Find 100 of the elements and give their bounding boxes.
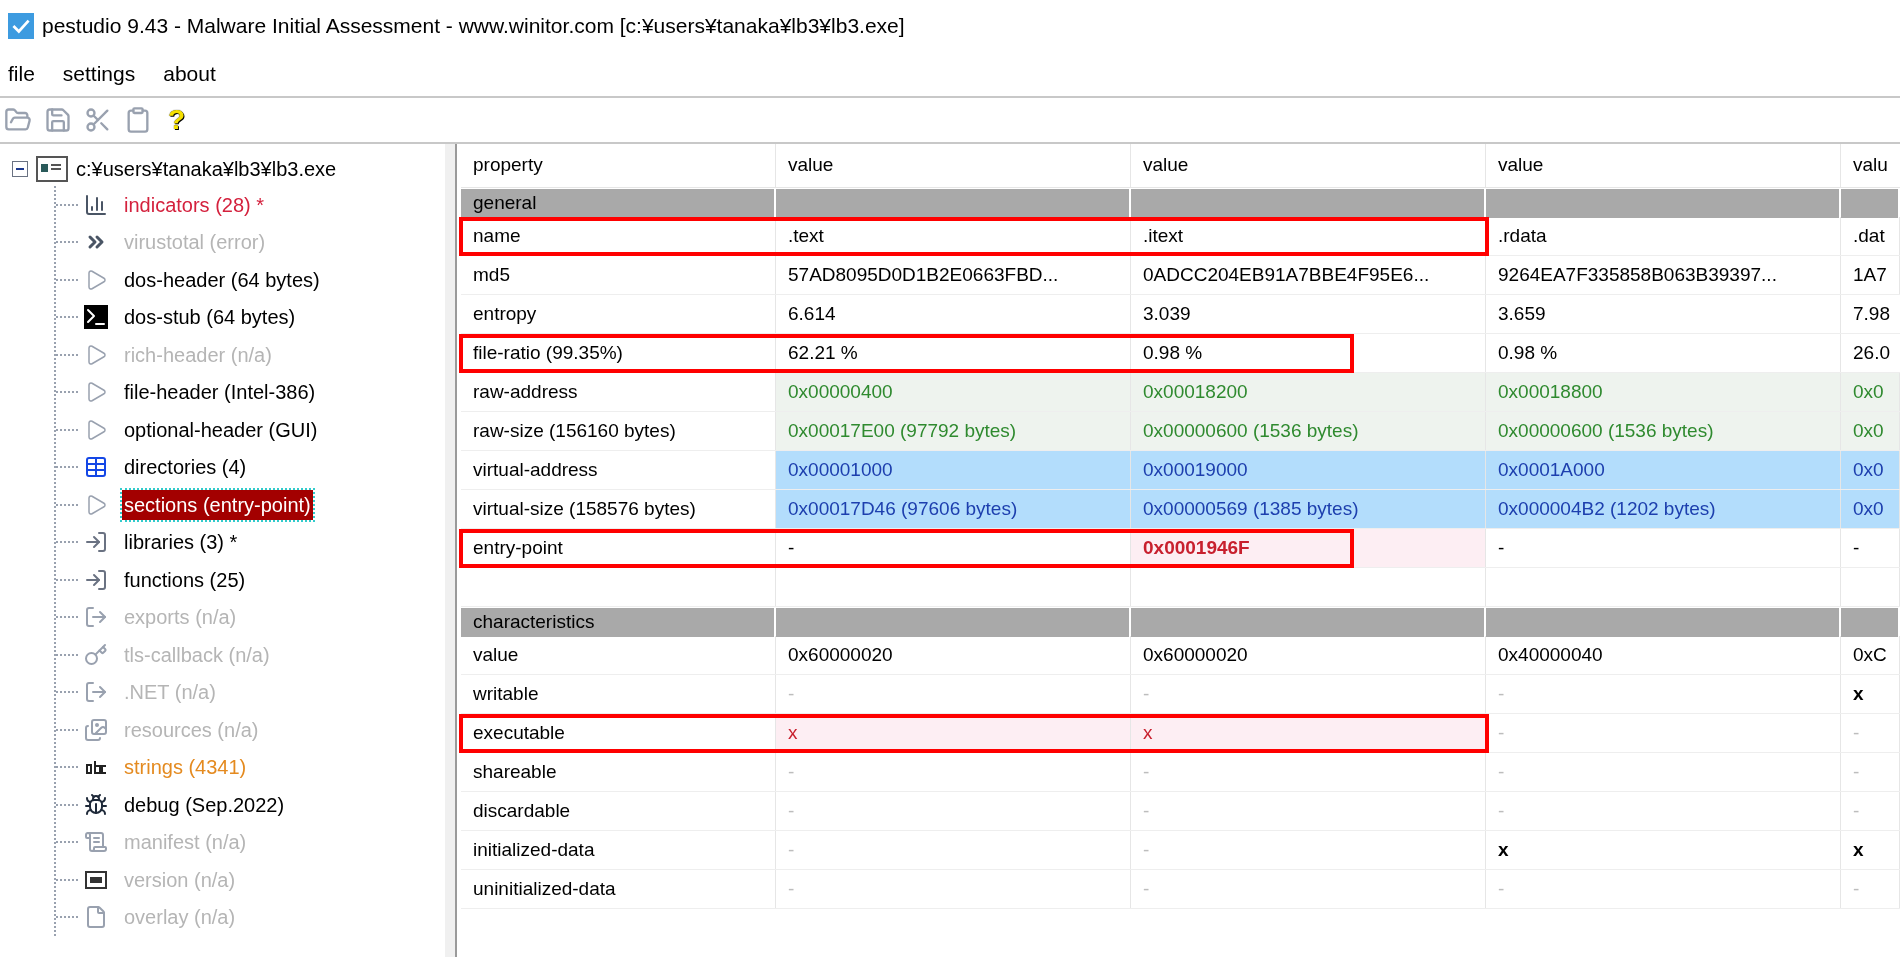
group-header: general bbox=[461, 189, 776, 218]
table-cell: 3.039 bbox=[1131, 295, 1486, 333]
table-cell: 0x00017E00 (97792 bytes) bbox=[776, 412, 1131, 450]
table-cell: - bbox=[1131, 675, 1486, 713]
table-cell: 6.614 bbox=[776, 295, 1131, 333]
app-icon bbox=[8, 13, 34, 39]
table-cell: 0x000004B2 (1202 bytes) bbox=[1486, 490, 1841, 528]
table-cell: 0x00000600 (1536 bytes) bbox=[1131, 412, 1486, 450]
column-header[interactable]: property bbox=[461, 144, 776, 187]
import-icon bbox=[84, 567, 108, 592]
window-title: pestudio 9.43 - Malware Initial Assessment - www.winitor.com [c:¥users¥tanaka¥lb3¥lb3.exe] bbox=[42, 13, 905, 40]
collapse-toggle-icon[interactable] bbox=[12, 161, 28, 177]
table-cell: - bbox=[776, 675, 1131, 713]
property-cell: value bbox=[461, 636, 776, 674]
property-cell: uninitialized-data bbox=[461, 870, 776, 908]
table-cell: 0x00017D46 (97606 bytes) bbox=[776, 490, 1131, 528]
table-cell: .dat bbox=[1841, 217, 1900, 255]
table-cell: 1A7 bbox=[1841, 256, 1900, 294]
table-cell: x bbox=[1486, 831, 1841, 869]
table-cell: 0x0 bbox=[1841, 490, 1900, 528]
export-icon bbox=[84, 605, 108, 630]
table-cell: - bbox=[1841, 714, 1900, 752]
menu-item[interactable]: settings bbox=[62, 58, 136, 90]
table-cell: - bbox=[776, 870, 1131, 908]
property-cell: md5 bbox=[461, 256, 776, 294]
tree-item[interactable]: sections (entry-point) bbox=[122, 489, 313, 520]
group-header: characteristics bbox=[461, 608, 776, 637]
menu-item[interactable]: file bbox=[8, 58, 35, 90]
column-header[interactable]: valu bbox=[1841, 144, 1900, 187]
table-cell: 0.98 % bbox=[1486, 334, 1841, 372]
bug-icon bbox=[84, 792, 108, 817]
column-header[interactable]: value bbox=[1486, 144, 1841, 187]
table-cell: - bbox=[1486, 529, 1841, 567]
table-cell: - bbox=[1131, 870, 1486, 908]
table-cell: .rdata bbox=[1486, 217, 1841, 255]
table-cell: 62.21 % bbox=[776, 334, 1131, 372]
tree-item[interactable]: dos-stub (64 bytes) bbox=[122, 302, 298, 333]
save-icon[interactable] bbox=[44, 106, 72, 134]
menu-item[interactable]: about bbox=[163, 58, 216, 90]
table-cell: - bbox=[1486, 714, 1841, 752]
table-cell: 0x0 bbox=[1841, 412, 1900, 450]
tree-item[interactable]: libraries (3) * bbox=[122, 527, 240, 558]
property-cell: file-ratio (99.35%) bbox=[461, 334, 776, 372]
tree-root-label[interactable]: c:¥users¥tanaka¥lb3¥lb3.exe bbox=[76, 154, 337, 184]
tree-item[interactable]: file-header (Intel-386) bbox=[122, 377, 318, 408]
property-cell: entropy bbox=[461, 295, 776, 333]
table-cell: 0x00000400 bbox=[776, 373, 1131, 411]
page-icon bbox=[84, 905, 108, 930]
table-cell: 0x00019000 bbox=[1131, 451, 1486, 489]
table-cell: 0x00000600 (1536 bytes) bbox=[1486, 412, 1841, 450]
import-icon bbox=[84, 530, 108, 555]
table-cell: - bbox=[1131, 831, 1486, 869]
table-cell: 0x00001000 bbox=[776, 451, 1131, 489]
table-cell: 0ADCC204EB91A7BBE4F95E6... bbox=[1131, 256, 1486, 294]
table-cell: - bbox=[776, 753, 1131, 791]
export-icon bbox=[84, 680, 108, 705]
table-cell: - bbox=[1486, 753, 1841, 791]
table-cell: - bbox=[1486, 870, 1841, 908]
table-cell: .itext bbox=[1131, 217, 1486, 255]
table-cell: - bbox=[776, 792, 1131, 830]
table-cell: 9264EA7F335858B063B39397... bbox=[1486, 256, 1841, 294]
table-cell: 0x60000020 bbox=[776, 636, 1131, 674]
tree-item[interactable]: directories (4) bbox=[122, 452, 249, 483]
table-cell: 0x00018200 bbox=[1131, 373, 1486, 411]
window-icon bbox=[36, 156, 68, 182]
table-cell: - bbox=[1486, 675, 1841, 713]
property-cell: name bbox=[461, 217, 776, 255]
console-icon bbox=[84, 305, 108, 330]
table-cell: - bbox=[1841, 529, 1900, 567]
scroll-icon bbox=[84, 830, 108, 855]
table-cell: 0xC bbox=[1841, 636, 1900, 674]
tree-item[interactable]: debug (Sep.2022) bbox=[122, 789, 287, 820]
table-cell: x bbox=[1841, 675, 1900, 713]
column-header[interactable]: value bbox=[1131, 144, 1486, 187]
table-cell: 0x60000020 bbox=[1131, 636, 1486, 674]
property-cell: writable bbox=[461, 675, 776, 713]
table-cell: 0x0001A000 bbox=[1486, 451, 1841, 489]
property-cell: entry-point bbox=[461, 529, 776, 567]
table-cell: 0x0 bbox=[1841, 373, 1900, 411]
tree-item[interactable]: indicators (28) * bbox=[122, 189, 267, 220]
table-cell: 0.98 % bbox=[1131, 334, 1486, 372]
column-header[interactable]: value bbox=[776, 144, 1131, 187]
property-cell: initialized-data bbox=[461, 831, 776, 869]
tree-item[interactable]: functions (25) bbox=[122, 564, 248, 595]
table-cell: - bbox=[1131, 753, 1486, 791]
resources-icon bbox=[84, 717, 108, 742]
property-cell: shareable bbox=[461, 753, 776, 791]
table-cell: 7.98 bbox=[1841, 295, 1900, 333]
table-cell: 0x00018800 bbox=[1486, 373, 1841, 411]
tree-item[interactable]: optional-header (GUI) bbox=[122, 414, 320, 445]
property-cell: discardable bbox=[461, 792, 776, 830]
key-icon bbox=[84, 642, 108, 667]
table-icon bbox=[84, 455, 108, 480]
table-cell: 0x0 bbox=[1841, 451, 1900, 489]
table-cell: - bbox=[1841, 753, 1900, 791]
table-cell: x bbox=[1841, 831, 1900, 869]
table-cell: - bbox=[1486, 792, 1841, 830]
table-cell: .text bbox=[776, 217, 1131, 255]
tree-item[interactable]: dos-header (64 bytes) bbox=[122, 264, 322, 295]
table-cell: 0x40000040 bbox=[1486, 636, 1841, 674]
